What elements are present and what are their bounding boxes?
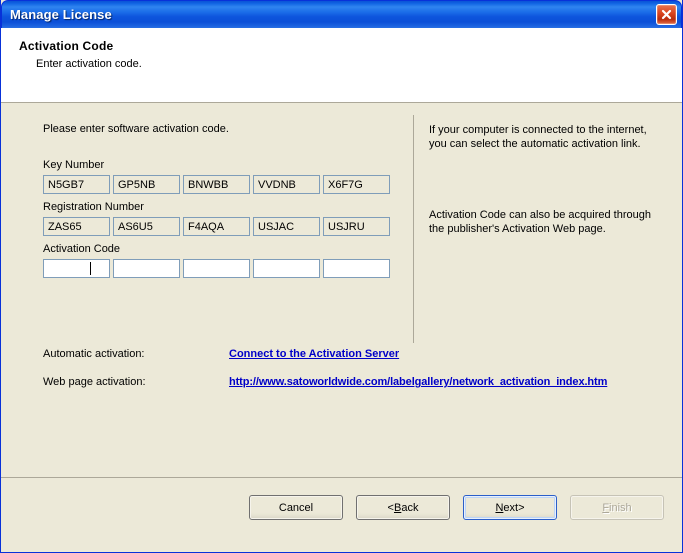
code-form: Key Number Registration Number Activatio… <box>43 158 403 284</box>
activation-code-segment-5[interactable] <box>323 259 390 278</box>
activation-code-label: Activation Code <box>43 243 121 255</box>
registration-number-segment-1[interactable] <box>43 217 110 236</box>
help-paragraph-1: If your computer is connected to the int… <box>429 124 647 150</box>
next-button-label: ext <box>503 501 519 514</box>
registration-number-segment-5[interactable] <box>323 217 390 236</box>
wizard-header: Activation Code Enter activation code. <box>1 28 682 103</box>
instruction-text: Please enter software activation code. <box>43 123 229 135</box>
finish-button-accelerator: F <box>602 501 610 514</box>
activation-links: Automatic activation: Connect to the Act… <box>43 348 668 404</box>
back-button-label: ack <box>401 501 419 514</box>
help-paragraph-2: Activation Code can also be acquired thr… <box>429 209 651 235</box>
title-bar: Manage License <box>1 0 682 28</box>
back-button[interactable]: < Back <box>356 495 450 520</box>
window-title: Manage License <box>10 7 112 22</box>
cancel-button-label: Cancel <box>278 501 314 514</box>
activation-code-segment-1-wrap <box>43 259 110 278</box>
registration-number-segment-3[interactable] <box>183 217 250 236</box>
key-number-segment-4[interactable] <box>253 175 320 194</box>
automatic-activation-row: Automatic activation: Connect to the Act… <box>43 348 668 360</box>
key-number-segment-3[interactable] <box>183 175 250 194</box>
next-button-suffix: > <box>518 501 525 514</box>
registration-number-label: Registration Number <box>43 201 144 213</box>
finish-button-label: inish <box>609 501 632 514</box>
close-icon[interactable] <box>656 4 677 25</box>
key-number-label: Key Number <box>43 159 105 171</box>
text-caret <box>90 262 91 275</box>
activation-code-segment-2[interactable] <box>113 259 180 278</box>
manage-license-dialog: Manage License Activation Code Enter act… <box>0 0 683 553</box>
vertical-divider <box>413 115 414 343</box>
help-panel: If your computer is connected to the int… <box>429 123 657 236</box>
dialog-body: Please enter software activation code. K… <box>1 103 682 477</box>
registration-number-row <box>43 217 403 236</box>
key-number-segment-1[interactable] <box>43 175 110 194</box>
back-button-accelerator: B <box>393 501 402 514</box>
webpage-activation-row: Web page activation: http://www.satoworl… <box>43 376 668 388</box>
activation-code-segment-4[interactable] <box>253 259 320 278</box>
key-number-segment-5[interactable] <box>323 175 390 194</box>
key-number-row <box>43 175 403 194</box>
button-bar: Cancel < Back Next > Finish <box>249 495 664 520</box>
page-subtitle: Enter activation code. <box>36 58 142 70</box>
registration-number-segment-2[interactable] <box>113 217 180 236</box>
next-button-accelerator: N <box>495 501 504 514</box>
finish-button: Finish <box>570 495 664 520</box>
activation-webpage-link[interactable]: http://www.satoworldwide.com/labelgaller… <box>229 376 607 388</box>
registration-number-segment-4[interactable] <box>253 217 320 236</box>
activation-code-row <box>43 259 403 278</box>
next-button[interactable]: Next > <box>463 495 557 520</box>
automatic-activation-label: Automatic activation: <box>43 348 145 360</box>
page-title: Activation Code <box>19 39 114 53</box>
connect-activation-server-link[interactable]: Connect to the Activation Server <box>229 348 399 360</box>
activation-code-segment-3[interactable] <box>183 259 250 278</box>
cancel-button[interactable]: Cancel <box>249 495 343 520</box>
key-number-segment-2[interactable] <box>113 175 180 194</box>
webpage-activation-label: Web page activation: <box>43 376 146 388</box>
activation-code-segment-1[interactable] <box>43 259 110 278</box>
dialog-footer: Cancel < Back Next > Finish <box>1 477 682 552</box>
